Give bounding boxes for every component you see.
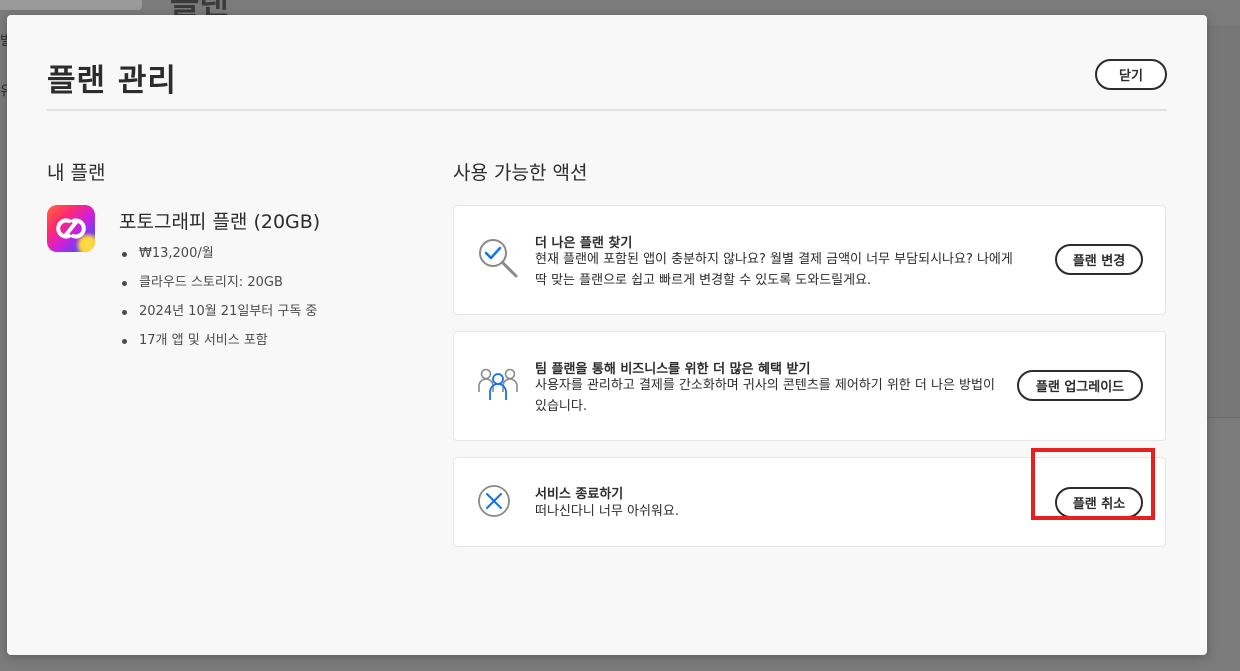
modal-title: 플랜 관리 <box>47 63 177 99</box>
action-title: 서비스 종료하기 <box>535 487 624 502</box>
cancel-button-highlight <box>1031 448 1155 520</box>
close-button[interactable]: 닫기 <box>1095 59 1167 90</box>
manage-plan-modal: 플랜 관리 닫기 내 플랜 포토그래피 플랜 (20GB) ₩13,200/월 … <box>7 15 1207 655</box>
action-card-find-plan: 더 나은 플랜 찾기 현재 플랜에 포함된 앱이 충분하지 않나요? 월별 결제… <box>453 205 1166 315</box>
plan-details-list: ₩13,200/월 클라우드 스토리지: 20GB 2024년 10월 21일부… <box>119 244 317 360</box>
plan-detail-apps-included: 17개 앱 및 서비스 포함 <box>119 331 317 360</box>
plan-detail-price: ₩13,200/월 <box>119 244 317 273</box>
team-icon <box>476 364 520 412</box>
my-plan-heading: 내 플랜 <box>47 162 106 184</box>
magnifier-check-icon <box>476 236 520 284</box>
plan-detail-storage: 클라우드 스토리지: 20GB <box>119 273 317 302</box>
action-description: 현재 플랜에 포함된 앱이 충분하지 않나요? 월별 결제 금액이 너무 부담되… <box>535 252 1013 288</box>
creative-cloud-logo-icon <box>47 205 95 252</box>
header-divider <box>47 109 1167 111</box>
upgrade-plan-button[interactable]: 플랜 업그레이드 <box>1017 370 1143 401</box>
background-strip <box>0 0 142 10</box>
change-plan-button[interactable]: 플랜 변경 <box>1055 244 1143 275</box>
plan-detail-subscribed-since: 2024년 10월 21일부터 구독 중 <box>119 302 317 331</box>
action-card-team-plan: 팀 플랜을 통해 비즈니스를 위한 더 많은 혜택 받기 사용자를 관리하고 결… <box>453 331 1166 441</box>
background-panel <box>1207 25 1240 418</box>
available-actions-heading: 사용 가능한 액션 <box>453 162 588 184</box>
plan-name: 포토그래피 플랜 (20GB) <box>119 211 321 233</box>
action-description: 사용자를 관리하고 결제를 간소화하며 귀사의 콘텐츠를 제어하기 위한 더 나… <box>535 378 995 414</box>
action-description: 떠나신다니 너무 아쉬워요. <box>535 504 679 519</box>
x-circle-icon <box>476 483 512 523</box>
